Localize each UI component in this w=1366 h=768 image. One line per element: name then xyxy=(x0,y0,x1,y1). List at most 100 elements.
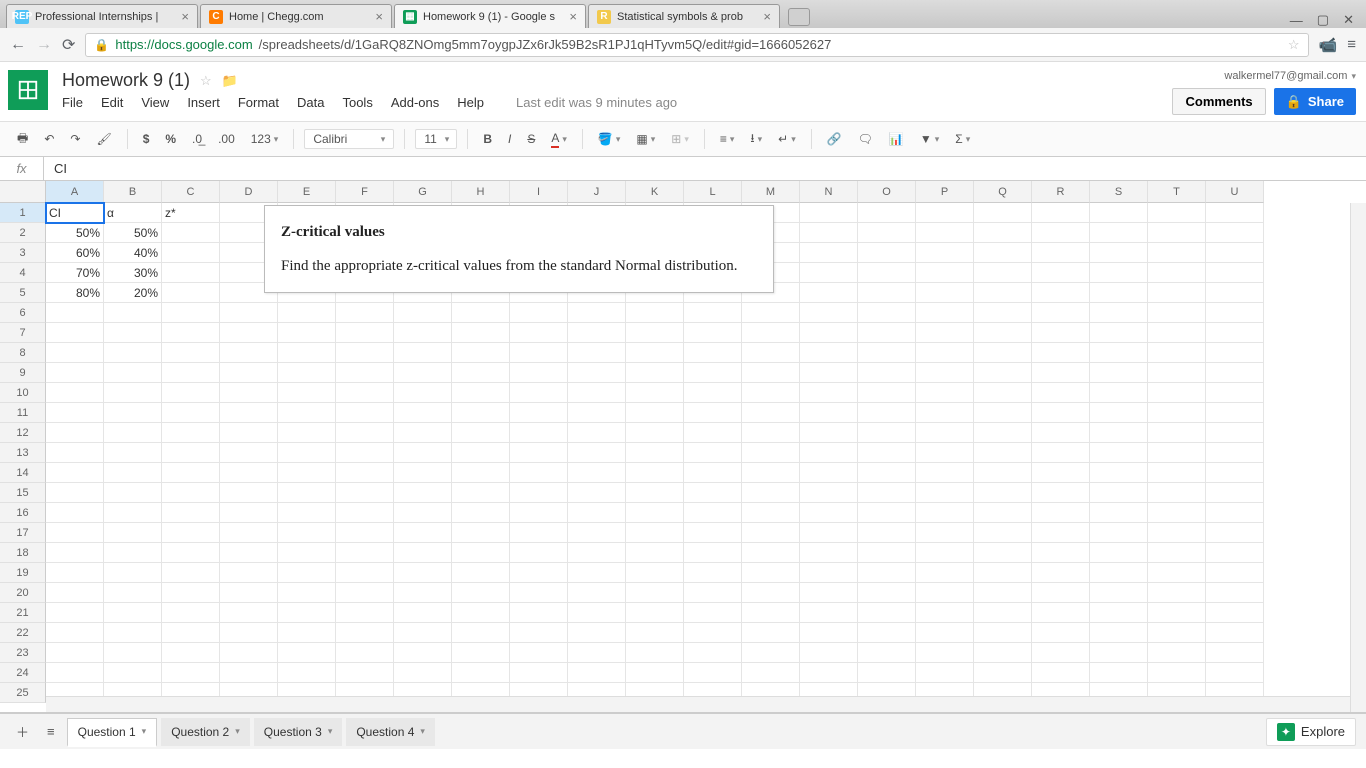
sheet-tab[interactable]: Question 4 ▾ xyxy=(346,718,435,746)
cell[interactable] xyxy=(742,443,800,463)
cell[interactable] xyxy=(858,503,916,523)
cell[interactable] xyxy=(220,563,278,583)
cell[interactable] xyxy=(568,303,626,323)
decrease-decimal-icon[interactable]: .0̲ xyxy=(187,129,207,149)
cell[interactable] xyxy=(104,563,162,583)
cell[interactable] xyxy=(220,403,278,423)
cell[interactable] xyxy=(278,583,336,603)
cell[interactable] xyxy=(1090,223,1148,243)
cell[interactable] xyxy=(916,423,974,443)
browser-tab[interactable]: RStatistical symbols & prob× xyxy=(588,4,780,28)
cell[interactable] xyxy=(1148,283,1206,303)
cell[interactable] xyxy=(162,443,220,463)
cell[interactable] xyxy=(510,323,568,343)
cell[interactable] xyxy=(278,643,336,663)
cell[interactable] xyxy=(684,383,742,403)
cell[interactable] xyxy=(974,383,1032,403)
cell[interactable] xyxy=(510,363,568,383)
row-header[interactable]: 1 xyxy=(0,203,46,223)
cell[interactable] xyxy=(336,563,394,583)
cell[interactable]: 50% xyxy=(104,223,162,243)
cell[interactable] xyxy=(104,643,162,663)
redo-icon[interactable]: ↷ xyxy=(65,129,85,149)
cell[interactable] xyxy=(800,243,858,263)
cell[interactable] xyxy=(46,503,104,523)
cell[interactable] xyxy=(742,583,800,603)
cell[interactable] xyxy=(162,603,220,623)
cell[interactable] xyxy=(1032,563,1090,583)
cell[interactable] xyxy=(916,263,974,283)
cell[interactable] xyxy=(916,203,974,223)
cell[interactable] xyxy=(46,623,104,643)
cell[interactable] xyxy=(1148,383,1206,403)
cell[interactable] xyxy=(452,403,510,423)
cell[interactable] xyxy=(46,403,104,423)
cell[interactable] xyxy=(1090,603,1148,623)
cell[interactable] xyxy=(916,443,974,463)
cell[interactable] xyxy=(742,303,800,323)
cell[interactable] xyxy=(626,623,684,643)
star-icon[interactable]: ☆ xyxy=(200,73,212,89)
cell[interactable] xyxy=(510,483,568,503)
cell[interactable] xyxy=(162,663,220,683)
column-header[interactable]: G xyxy=(394,181,452,203)
cell[interactable] xyxy=(104,583,162,603)
cell[interactable] xyxy=(568,343,626,363)
cell[interactable] xyxy=(626,503,684,523)
cell[interactable] xyxy=(452,303,510,323)
cell[interactable] xyxy=(46,583,104,603)
cell[interactable] xyxy=(1090,423,1148,443)
cell[interactable] xyxy=(46,663,104,683)
cell[interactable] xyxy=(626,643,684,663)
column-header[interactable]: B xyxy=(104,181,162,203)
cell[interactable] xyxy=(974,223,1032,243)
cell[interactable] xyxy=(1206,403,1264,423)
cell[interactable] xyxy=(916,283,974,303)
cell[interactable] xyxy=(742,363,800,383)
cell[interactable] xyxy=(568,643,626,663)
cell[interactable] xyxy=(684,603,742,623)
cell[interactable] xyxy=(278,663,336,683)
menu-tools[interactable]: Tools xyxy=(342,95,372,110)
cell[interactable] xyxy=(1090,623,1148,643)
cell[interactable] xyxy=(220,383,278,403)
cell[interactable] xyxy=(684,623,742,643)
cell[interactable] xyxy=(1148,223,1206,243)
column-header[interactable]: O xyxy=(858,181,916,203)
cell[interactable] xyxy=(858,443,916,463)
cell[interactable] xyxy=(46,563,104,583)
menu-add-ons[interactable]: Add-ons xyxy=(391,95,439,110)
cell[interactable] xyxy=(104,383,162,403)
cell[interactable] xyxy=(104,603,162,623)
row-header[interactable]: 11 xyxy=(0,403,46,423)
bold-icon[interactable]: B xyxy=(478,129,497,149)
column-header[interactable]: S xyxy=(1090,181,1148,203)
cell[interactable] xyxy=(800,203,858,223)
cell[interactable] xyxy=(510,403,568,423)
cell[interactable] xyxy=(858,663,916,683)
cell[interactable] xyxy=(1032,603,1090,623)
row-header[interactable]: 16 xyxy=(0,503,46,523)
cell[interactable] xyxy=(800,383,858,403)
cell[interactable] xyxy=(742,563,800,583)
cell[interactable] xyxy=(974,603,1032,623)
cell[interactable] xyxy=(742,523,800,543)
cell[interactable] xyxy=(916,323,974,343)
cell[interactable] xyxy=(684,543,742,563)
cell[interactable] xyxy=(336,603,394,623)
formula-input[interactable]: CI xyxy=(44,161,67,176)
cell[interactable] xyxy=(1148,543,1206,563)
cell[interactable] xyxy=(800,523,858,543)
cell[interactable] xyxy=(800,643,858,663)
row-header[interactable]: 14 xyxy=(0,463,46,483)
cell[interactable] xyxy=(510,503,568,523)
cell[interactable] xyxy=(220,303,278,323)
cell[interactable] xyxy=(510,603,568,623)
cell[interactable] xyxy=(742,623,800,643)
column-header[interactable]: U xyxy=(1206,181,1264,203)
cell[interactable] xyxy=(394,543,452,563)
cell[interactable] xyxy=(1090,583,1148,603)
cell[interactable] xyxy=(510,383,568,403)
cell[interactable] xyxy=(1206,623,1264,643)
row-header[interactable]: 15 xyxy=(0,483,46,503)
